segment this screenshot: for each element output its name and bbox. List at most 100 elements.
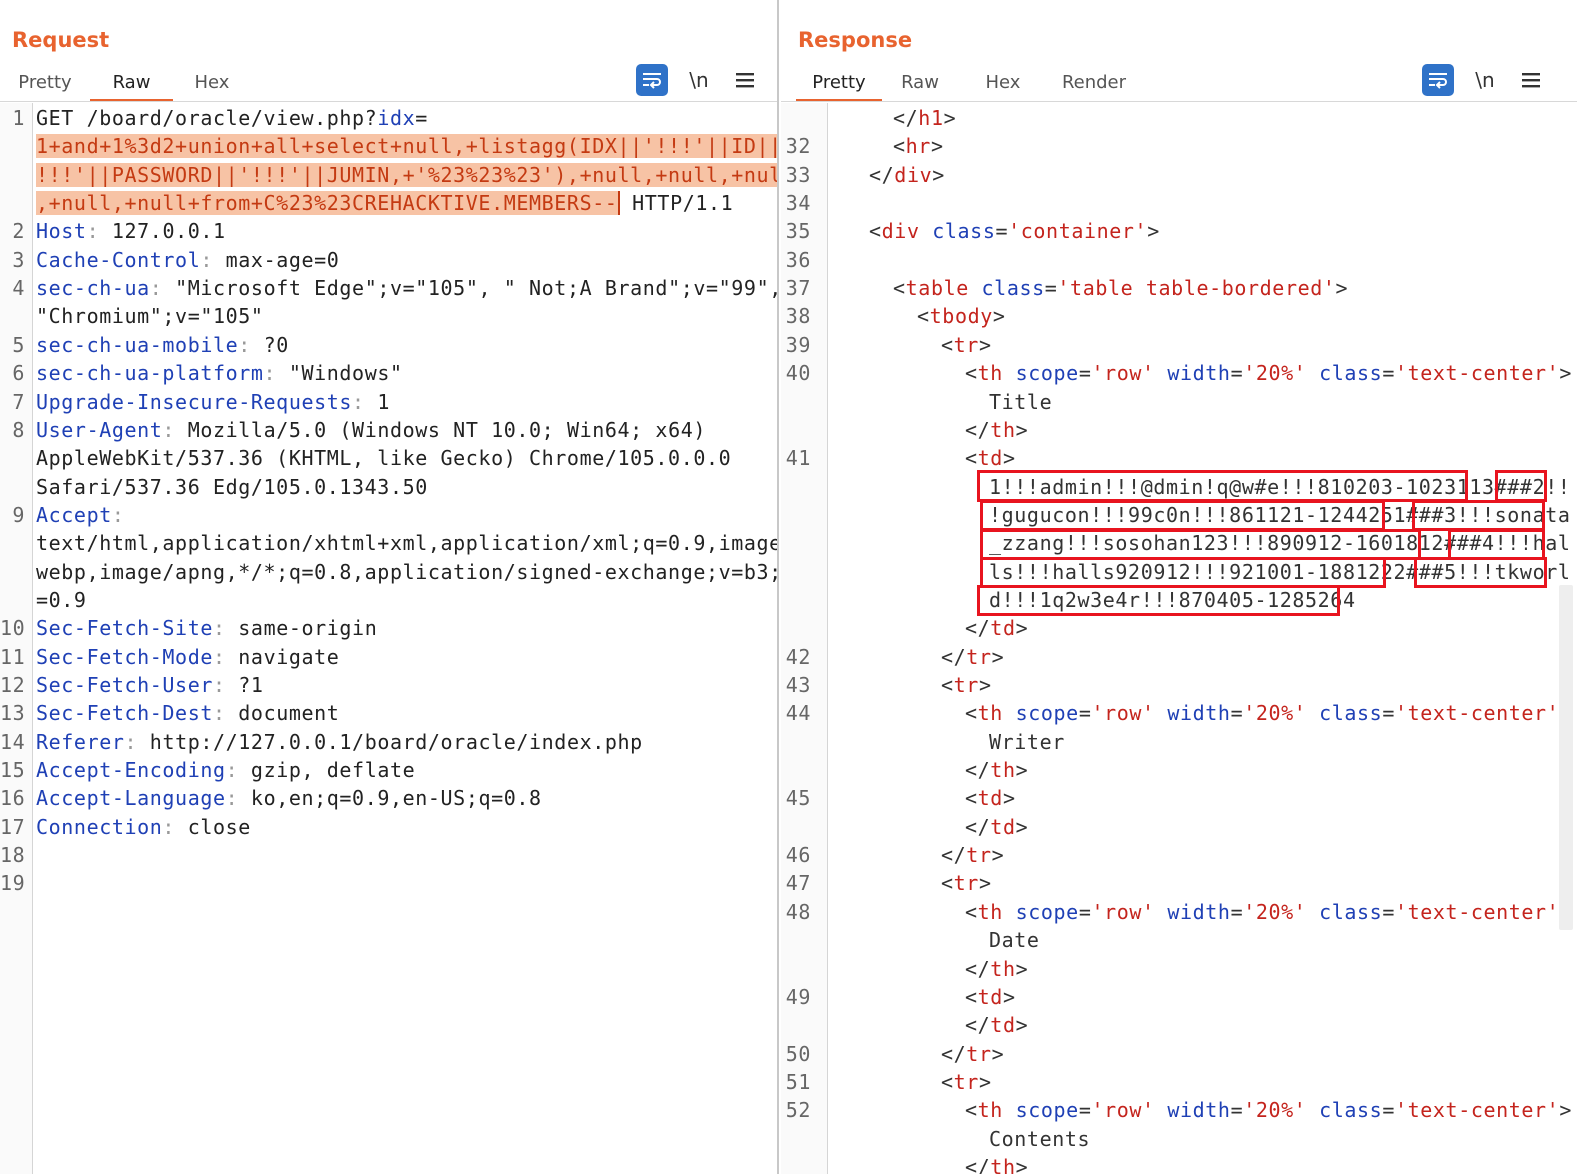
html-token-punct: </ [965,956,991,981]
line-number: 48 [785,899,811,924]
header-separator: : [212,644,239,669]
html-token-punct: > [991,1041,1005,1066]
code-text: Date [989,926,1040,954]
request-tab-hex[interactable]: Hex [185,62,239,102]
request-tab-pretty[interactable]: Pretty [12,62,78,102]
html-token-punct: !gugucon!!!99c0n!!!861121-1244251###3!!!… [989,502,1571,527]
html-token-tag: tr [966,644,992,669]
line-number: 18 [0,843,26,868]
line-number: 9 [12,502,25,527]
html-token-punct [1155,1098,1168,1122]
line-number: 46 [785,843,811,868]
response-tab-hex[interactable]: Hex [978,62,1028,102]
code-text: <tr> [941,671,992,699]
response-tab-raw[interactable]: Raw [894,62,946,102]
code-line: 41 <td> [781,444,1577,472]
response-pane: Response Pretty Raw Hex Render \n </h1> 3… [781,0,1577,1174]
html-token-tag: th [990,956,1016,981]
code-line: 39 <tr> [781,331,1577,359]
request-tab-raw[interactable]: Raw [90,62,173,102]
response-newline-toggle[interactable]: \n [1468,64,1502,96]
html-token-punct: ls!!!halls920912!!!921001-1881222###5!!!… [989,559,1571,584]
header-name: Accept [36,502,112,527]
html-token-punct: > [1015,814,1029,839]
response-word-wrap-button[interactable] [1422,64,1454,96]
html-token-punct: > [1015,758,1029,783]
line-number: 32 [785,134,811,159]
code-line: 36 [781,246,1577,274]
code-line: 40 <th scope='row' width='20%' class='tex… [781,359,1577,387]
html-token-punct [1003,900,1016,924]
code-line: </th> [781,955,1577,983]
html-token-attr: class [1319,1098,1383,1123]
html-token-tag: th [977,899,1003,924]
html-token-punct: </ [965,1013,991,1038]
request-menu-button[interactable] [732,64,758,96]
line-number: 41 [785,446,811,471]
request-newline-toggle[interactable]: \n [682,64,716,96]
code-text: Referer: http://127.0.0.1/board/oracle/i… [36,728,643,756]
html-token-punct: = [995,219,1009,244]
html-token-punct: > [1559,361,1572,386]
line-number: 7 [12,389,25,414]
html-token-tag: tr [966,843,992,868]
line-number: 44 [785,701,811,726]
code-text: ls!!!halls920912!!!921001-1881222###5!!!… [989,558,1571,586]
code-text: Contents [989,1125,1090,1153]
html-token-tag: td [990,1013,1016,1038]
line-number: 1 [12,106,25,130]
code-line: 5 sec-ch-ua-mobile: ?0 [0,331,777,359]
header-separator: : [212,701,239,726]
html-token-punct: > [1002,984,1016,1009]
header-separator: : [263,361,289,386]
response-menu-button[interactable] [1518,64,1544,96]
response-scrollbar[interactable] [1559,585,1573,930]
code-text: Sec-Fetch-Mode: navigate [36,643,339,671]
html-token-punct: > [1015,417,1029,442]
line-number: 40 [785,361,811,386]
html-token-tag: td [977,786,1003,811]
header-value-continuation: Safari/537.36 Edg/105.0.1343.50 [36,474,428,499]
html-token-str: 'row' [1091,361,1155,386]
html-token-punct: > [1002,786,1016,811]
html-token-tag: div [881,219,920,244]
html-token-punct: d!!!1q2w3e4r!!!870405-1285264 [989,587,1356,612]
line-number: 35 [785,219,811,244]
response-tab-pretty[interactable]: Pretty [796,62,882,102]
line-number: 36 [785,247,811,272]
code-line: 2 Host: 127.0.0.1 [0,217,777,245]
html-token-punct: </ [941,644,967,669]
html-token-punct: = [1230,701,1244,726]
html-token-attr: scope [1015,899,1079,924]
word-wrap-icon [643,73,661,89]
html-token-punct [920,219,933,243]
code-text: </tr> [941,643,1004,671]
line-number: 51 [785,1069,811,1094]
code-text: !!!'||PASSWORD||'!!!'||JUMIN,+'%23%23%23… [36,161,777,189]
header-value: same-origin [238,616,378,641]
code-line: d!!!1q2w3e4r!!!870405-1285264 [781,586,1577,614]
html-token-punct [1003,1098,1016,1122]
html-token-tag: th [990,758,1016,783]
html-token-attr: class [1319,899,1383,924]
code-text: <hr> [893,132,944,160]
html-token-punct: < [941,332,954,357]
header-name: sec-ch-ua [36,276,150,301]
code-line: text/html,application/xhtml+xml,applicat… [0,529,779,557]
html-token-str: 'table table-bordered' [1057,276,1336,301]
html-token-punct: </ [965,417,991,442]
code-text: text/html,application/xhtml+xml,applicat… [36,529,779,557]
html-token-punct: < [917,304,930,329]
code-line: 14 Referer: http://127.0.0.1/board/oracle… [0,728,777,756]
code-line: </td> [781,1011,1577,1039]
response-tab-render[interactable]: Render [1058,62,1130,102]
request-word-wrap-button[interactable] [636,64,668,96]
line-number: 33 [785,162,811,187]
header-value-continuation: text/html,application/xhtml+xml,applicat… [36,531,779,556]
header-value: ?1 [238,673,264,697]
html-token-punct [1306,900,1319,924]
header-name: Sec-Fetch-Mode [36,644,213,669]
line-number: 49 [785,984,811,1009]
html-token-tag: tr [953,332,979,357]
html-token-punct: > [1015,616,1029,641]
